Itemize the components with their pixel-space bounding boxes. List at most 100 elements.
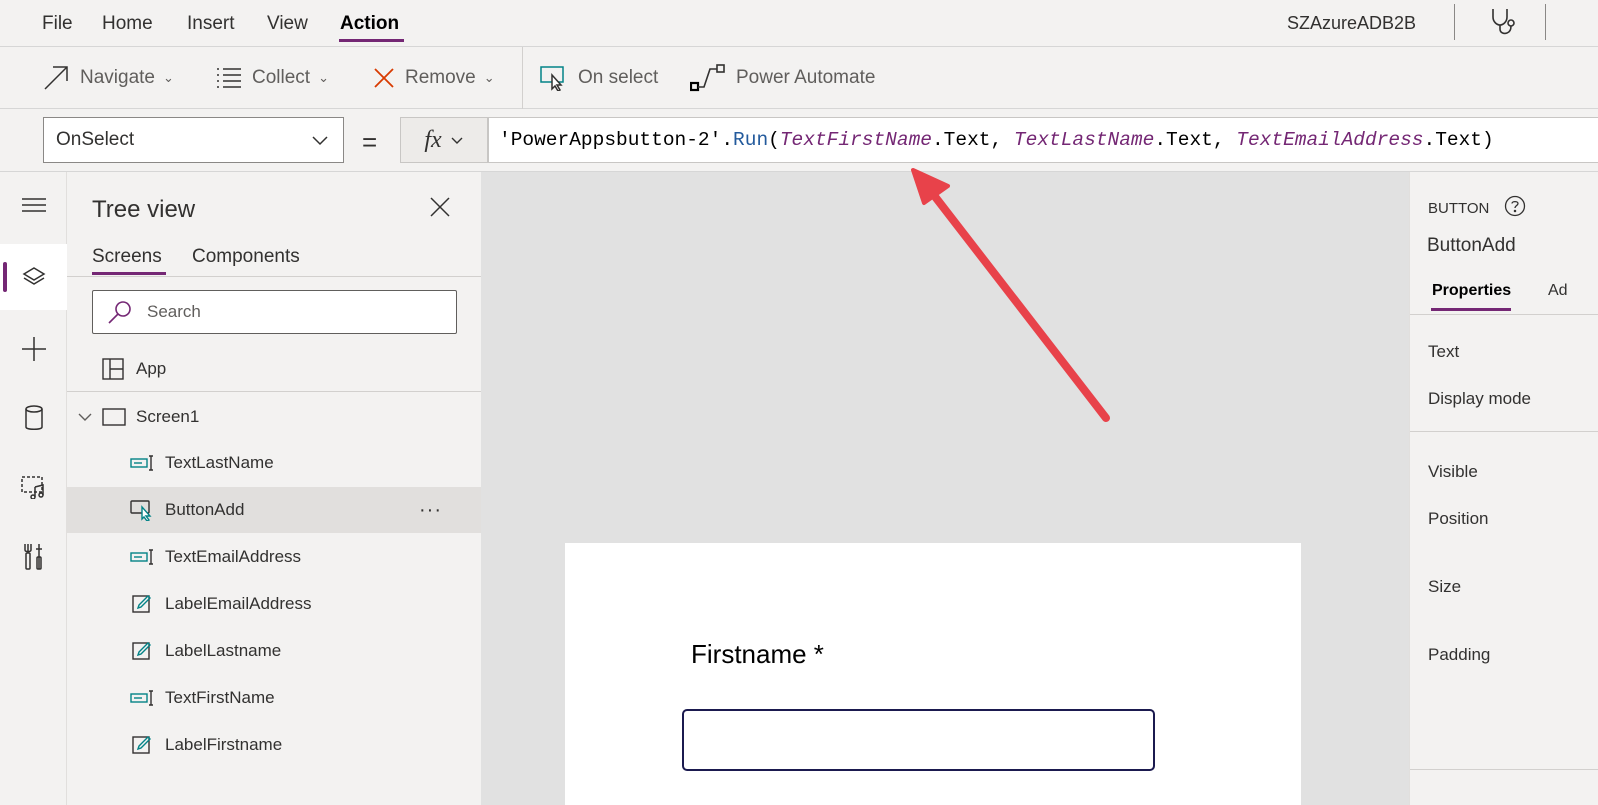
formula-property-ref: .Text, bbox=[931, 129, 1014, 151]
insert-rail-button[interactable] bbox=[0, 316, 67, 382]
firstname-input[interactable] bbox=[682, 709, 1155, 771]
tree-item-label: LabelFirstname bbox=[165, 735, 283, 754]
more-options-icon[interactable]: ··· bbox=[419, 499, 442, 522]
properties-panel: BUTTON ButtonAdd Properties Ad Text Disp… bbox=[1409, 172, 1598, 805]
tree-item-label: TextFirstName bbox=[165, 688, 275, 707]
tools-rail-button[interactable] bbox=[0, 524, 67, 590]
properties-divider bbox=[1410, 769, 1598, 770]
help-icon[interactable] bbox=[1504, 195, 1526, 222]
media-icon bbox=[20, 476, 44, 499]
tab-properties[interactable]: Properties bbox=[1432, 282, 1511, 300]
layers-icon bbox=[22, 267, 45, 285]
menu-divider bbox=[1454, 4, 1455, 40]
formula-control-ref: TextLastName bbox=[1013, 129, 1155, 151]
formula-dot: . bbox=[721, 129, 734, 151]
menu-file[interactable]: File bbox=[42, 13, 73, 35]
collect-button[interactable]: Collect ⌄ bbox=[216, 47, 329, 109]
remove-button[interactable]: Remove ⌄ bbox=[373, 47, 495, 109]
tab-components[interactable]: Components bbox=[192, 246, 300, 268]
tab-screens[interactable]: Screens bbox=[92, 246, 162, 268]
close-icon[interactable] bbox=[429, 196, 451, 223]
media-rail-button[interactable] bbox=[0, 454, 67, 520]
property-position: Position bbox=[1428, 509, 1489, 528]
menu-bar: File Home Insert View Action SZAzureADB2… bbox=[0, 0, 1598, 47]
tree-item-label: LabelEmailAddress bbox=[165, 594, 312, 613]
tree-search-input[interactable]: Search bbox=[92, 290, 457, 334]
chevron-down-icon bbox=[312, 136, 328, 146]
formula-function: Run bbox=[733, 129, 769, 151]
tree-item-textlastname[interactable]: TextLastName bbox=[67, 440, 481, 486]
label-edit-icon bbox=[132, 594, 152, 614]
menu-action[interactable]: Action bbox=[340, 13, 399, 35]
tree-divider bbox=[67, 391, 481, 392]
tree-item-label: Screen1 bbox=[136, 407, 200, 426]
app-screen[interactable]: Firstname * bbox=[565, 543, 1301, 805]
left-rail bbox=[0, 172, 67, 805]
database-icon bbox=[24, 405, 43, 430]
formula-flow-name: 'PowerAppsbutton-2' bbox=[499, 129, 722, 151]
on-select-icon bbox=[540, 66, 564, 91]
button-icon bbox=[130, 499, 154, 521]
property-visible: Visible bbox=[1428, 462, 1478, 481]
tree-item-textemailaddress[interactable]: TextEmailAddress bbox=[67, 534, 481, 580]
control-type: BUTTON bbox=[1428, 200, 1490, 217]
menu-home[interactable]: Home bbox=[102, 13, 153, 35]
chevron-down-icon[interactable] bbox=[77, 409, 93, 425]
firstname-label[interactable]: Firstname * bbox=[691, 639, 824, 670]
property-text: Text bbox=[1428, 342, 1460, 361]
tree-item-textfirstname[interactable]: TextFirstName bbox=[67, 675, 481, 721]
remove-x-icon bbox=[374, 68, 394, 88]
tree-item-app[interactable]: App bbox=[67, 346, 481, 392]
formula-input[interactable]: 'PowerAppsbutton-2'. Run(TextFirstName .Te… bbox=[488, 117, 1598, 163]
tab-advanced[interactable]: Ad bbox=[1548, 282, 1568, 300]
power-automate-label: Power Automate bbox=[736, 67, 876, 88]
collect-label: Collect bbox=[252, 67, 311, 88]
stethoscope-icon[interactable] bbox=[1487, 6, 1517, 41]
property-display-mode: Display mode bbox=[1428, 389, 1531, 408]
on-select-label: On select bbox=[578, 67, 659, 88]
tree-item-labellastname[interactable]: LabelLastname bbox=[67, 628, 481, 674]
property-dropdown[interactable]: OnSelect bbox=[43, 117, 344, 163]
tab-active-underline bbox=[92, 272, 166, 275]
power-automate-button[interactable]: Power Automate bbox=[690, 47, 875, 109]
search-placeholder: Search bbox=[147, 302, 201, 321]
tree-item-buttonadd[interactable]: ButtonAdd ··· bbox=[67, 487, 481, 533]
data-rail-button[interactable] bbox=[0, 385, 67, 451]
on-select-button[interactable]: On select bbox=[540, 47, 658, 109]
menu-insert[interactable]: Insert bbox=[187, 13, 235, 35]
navigate-label: Navigate bbox=[80, 67, 155, 88]
ribbon-toolbar: Navigate ⌄ Collect ⌄ Remove ⌄ On select … bbox=[0, 47, 1598, 109]
screen-icon bbox=[102, 408, 126, 426]
tree-item-labelemailaddress[interactable]: LabelEmailAddress bbox=[67, 581, 481, 627]
formula-property-ref: .Text, bbox=[1154, 129, 1237, 151]
tree-item-label: TextEmailAddress bbox=[165, 547, 302, 566]
text-input-icon bbox=[130, 548, 154, 566]
search-icon bbox=[108, 301, 131, 324]
chevron-down-icon: ⌄ bbox=[163, 70, 174, 85]
collect-list-icon bbox=[217, 68, 241, 88]
tree-item-screen1[interactable]: Screen1 bbox=[67, 394, 481, 440]
fx-icon: fx bbox=[424, 126, 442, 153]
properties-divider bbox=[1410, 314, 1598, 315]
tree-item-labelfirstname[interactable]: LabelFirstname bbox=[67, 722, 481, 768]
hamburger-menu-button[interactable] bbox=[0, 172, 67, 238]
chevron-down-icon: ⌄ bbox=[318, 70, 329, 85]
navigate-button[interactable]: Navigate ⌄ bbox=[42, 47, 174, 109]
tools-icon bbox=[23, 544, 42, 570]
menu-view[interactable]: View bbox=[267, 13, 308, 35]
formula-paren: ( bbox=[768, 129, 780, 151]
chevron-down-icon bbox=[451, 137, 463, 144]
text-input-icon bbox=[130, 454, 154, 472]
property-dropdown-value: OnSelect bbox=[56, 129, 135, 150]
chevron-down-icon: ⌄ bbox=[483, 70, 495, 85]
power-automate-icon bbox=[690, 64, 725, 92]
tree-view-title: Tree view bbox=[92, 196, 196, 223]
tree-item-label: ButtonAdd bbox=[165, 500, 245, 519]
fx-button[interactable]: fx bbox=[400, 117, 488, 163]
design-canvas[interactable]: Firstname * bbox=[481, 172, 1409, 805]
environment-name[interactable]: SZAzureADB2B bbox=[1287, 13, 1416, 34]
label-edit-icon bbox=[132, 641, 152, 661]
tree-view-rail-button[interactable] bbox=[0, 244, 67, 310]
control-name: ButtonAdd bbox=[1427, 235, 1516, 256]
menu-active-underline bbox=[339, 39, 404, 42]
